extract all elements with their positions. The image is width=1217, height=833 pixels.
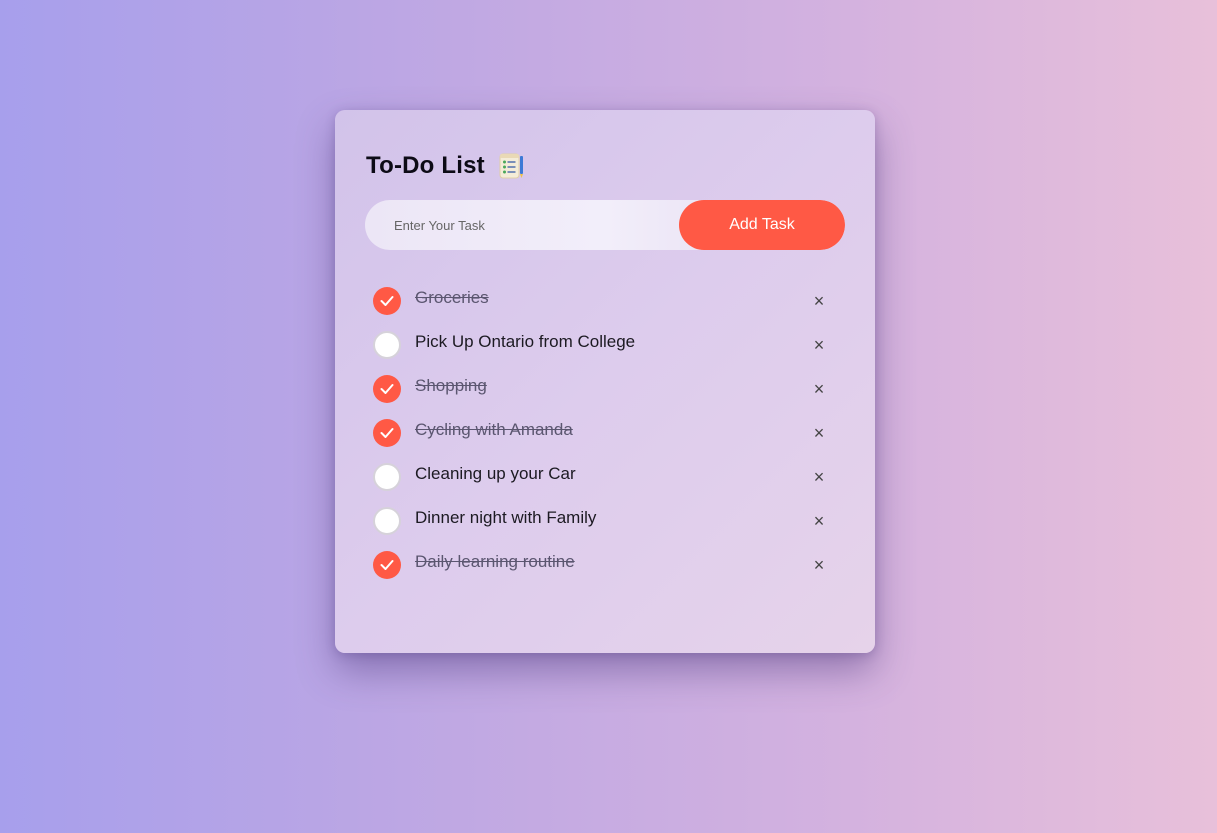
task-input[interactable] — [365, 200, 685, 250]
task-checkbox-unchecked[interactable] — [373, 507, 401, 535]
task-input-row: Add Task — [365, 200, 845, 250]
delete-task-icon[interactable]: × — [809, 379, 829, 399]
page-title: To-Do List — [366, 152, 485, 179]
task-item: Cycling with Amanda × — [373, 418, 833, 462]
check-icon — [380, 428, 394, 438]
delete-task-icon[interactable]: × — [809, 511, 829, 531]
check-icon — [380, 560, 394, 570]
task-label[interactable]: Shopping — [415, 376, 487, 396]
task-list: Groceries × Pick Up Ontario from College… — [373, 286, 833, 594]
delete-task-icon[interactable]: × — [809, 335, 829, 355]
task-checkbox-unchecked[interactable] — [373, 463, 401, 491]
add-task-button[interactable]: Add Task — [679, 200, 845, 250]
task-label[interactable]: Groceries — [415, 288, 489, 308]
todo-card: To-Do List Add Task — [335, 110, 875, 653]
task-label[interactable]: Cleaning up your Car — [415, 464, 576, 484]
task-label[interactable]: Dinner night with Family — [415, 508, 596, 528]
task-item: Dinner night with Family × — [373, 506, 833, 550]
task-item: Shopping × — [373, 374, 833, 418]
task-item: Groceries × — [373, 286, 833, 330]
task-label[interactable]: Cycling with Amanda — [415, 420, 573, 440]
notepad-checklist-icon — [497, 152, 525, 180]
header: To-Do List — [366, 148, 525, 184]
task-item: Pick Up Ontario from College × — [373, 330, 833, 374]
task-checkbox-checked[interactable] — [373, 287, 401, 315]
task-checkbox-checked[interactable] — [373, 375, 401, 403]
task-item: Daily learning routine × — [373, 550, 833, 594]
delete-task-icon[interactable]: × — [809, 423, 829, 443]
delete-task-icon[interactable]: × — [809, 291, 829, 311]
delete-task-icon[interactable]: × — [809, 467, 829, 487]
task-label[interactable]: Daily learning routine — [415, 552, 575, 572]
task-checkbox-checked[interactable] — [373, 419, 401, 447]
check-icon — [380, 296, 394, 306]
task-item: Cleaning up your Car × — [373, 462, 833, 506]
check-icon — [380, 384, 394, 394]
task-checkbox-unchecked[interactable] — [373, 331, 401, 359]
task-label[interactable]: Pick Up Ontario from College — [415, 332, 635, 352]
delete-task-icon[interactable]: × — [809, 555, 829, 575]
task-checkbox-checked[interactable] — [373, 551, 401, 579]
